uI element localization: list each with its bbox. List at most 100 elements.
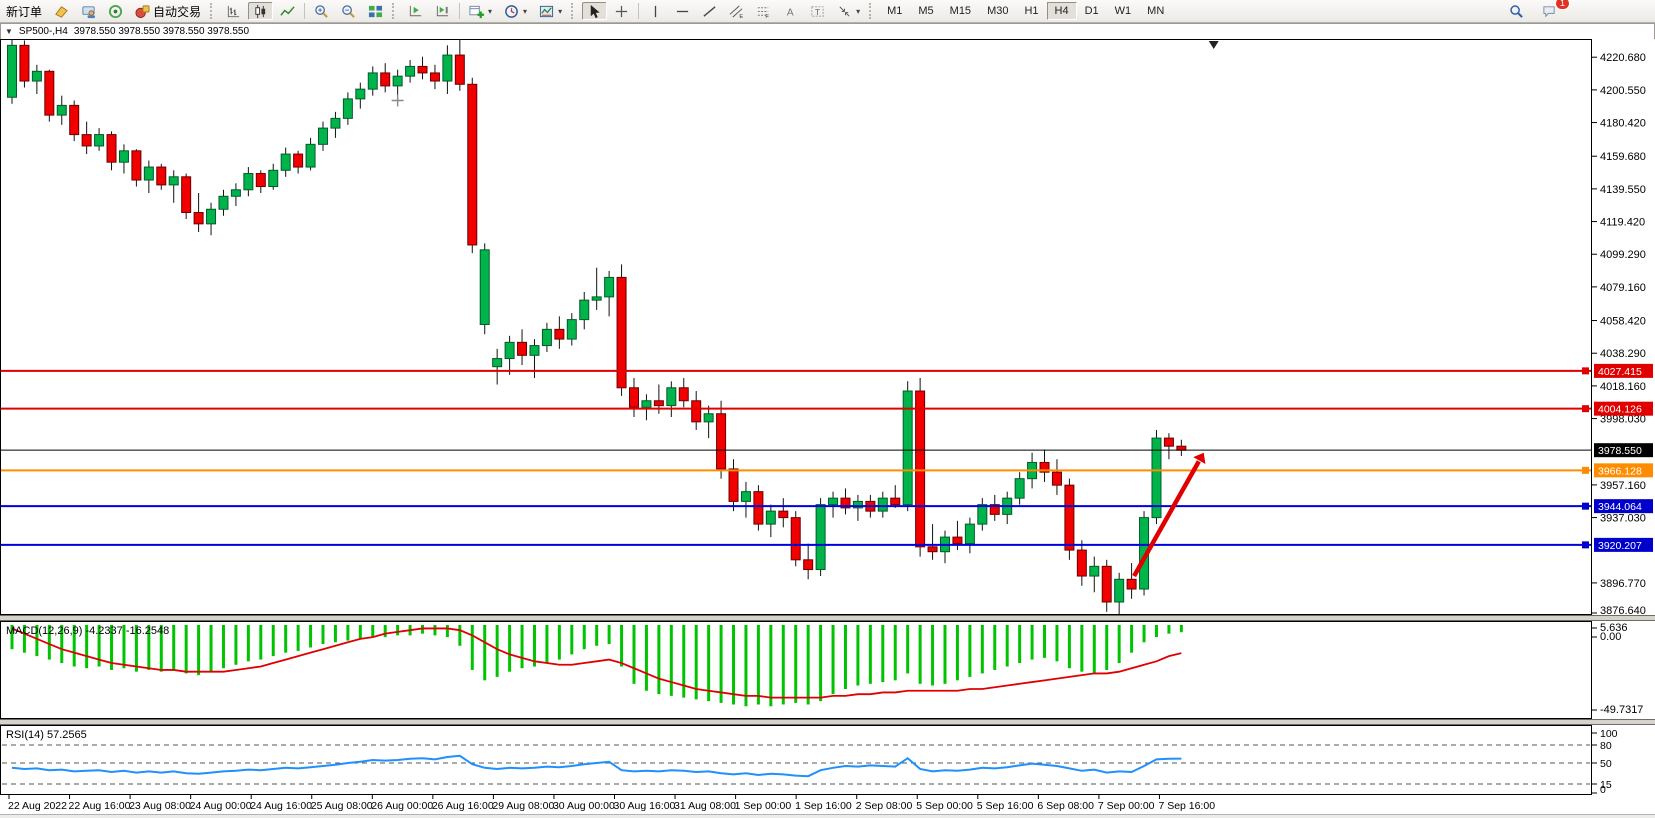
period-button[interactable]: ▾: [499, 2, 532, 20]
cursor-button[interactable]: [582, 2, 607, 20]
tf-w1-button[interactable]: W1: [1107, 2, 1140, 20]
fibonacci-button[interactable]: F: [751, 2, 776, 20]
strategy-tester-button[interactable]: [76, 2, 101, 20]
candle-body-down: [804, 560, 813, 570]
fibonacci-icon: F: [756, 4, 771, 19]
tf-m15-button[interactable]: M15: [942, 2, 979, 20]
candle-body-up: [480, 250, 489, 325]
rsi-label: RSI(14) 57.2565: [6, 729, 87, 741]
line-chart-button[interactable]: [275, 2, 300, 20]
candle: [468, 78, 477, 253]
template-button[interactable]: ▾: [534, 2, 567, 20]
tf-m1-button[interactable]: M1: [879, 2, 910, 20]
candle-body-down: [132, 151, 141, 180]
tf-h4-button[interactable]: H4: [1047, 2, 1077, 20]
market-watch-button[interactable]: [49, 2, 74, 20]
signals-icon: [108, 4, 123, 19]
x-axis-label: 24 Aug 00:00: [190, 800, 252, 812]
tile-windows-button[interactable]: [363, 2, 388, 20]
zoom-in-button[interactable]: [309, 2, 334, 20]
chart-menu-icon[interactable]: ▼: [5, 27, 13, 36]
toolbar-grip: [392, 3, 399, 19]
new-order-button[interactable]: 新订单: [1, 2, 47, 20]
candle-body-down: [729, 469, 738, 501]
x-axis-label: 7 Sep 00:00: [1098, 800, 1155, 812]
crosshair-button[interactable]: [609, 2, 634, 20]
zoom-out-icon: [341, 4, 356, 19]
chart-window-title-bar[interactable]: ▼ SP500-,H4 3978.550 3978.550 3978.550 3…: [0, 23, 1655, 39]
zoom-out-button[interactable]: [336, 2, 361, 20]
main-toolbar: 新订单 自动交易: [0, 0, 1655, 23]
candle-body-down: [953, 537, 962, 543]
tf-mn-button[interactable]: MN: [1139, 2, 1172, 20]
price-chart-svg[interactable]: 4220.6804200.5504180.4204159.6804139.550…: [0, 39, 1655, 615]
candle-body-down: [70, 105, 79, 134]
rsi-axis-label: 100: [1600, 728, 1618, 740]
line-chart-icon: [280, 4, 295, 19]
svg-text:T: T: [815, 6, 820, 16]
x-axis-label: 1 Sep 16:00: [795, 800, 852, 812]
tf-m30-button[interactable]: M30: [979, 2, 1016, 20]
candle-body-up: [1090, 566, 1099, 576]
template-icon: [539, 4, 554, 19]
x-axis-label: 2 Sep 08:00: [856, 800, 913, 812]
new-chart-button[interactable]: ▾: [464, 2, 497, 20]
channel-button[interactable]: E: [724, 2, 749, 20]
arrows-button[interactable]: ▾: [832, 2, 865, 20]
text-icon: A: [783, 4, 798, 19]
candlestick-chart-button[interactable]: [248, 2, 273, 20]
macd-svg[interactable]: MACD(12,26,9) -4.2337 -16.25485.6360.00-…: [0, 621, 1655, 719]
candle-body-up: [542, 329, 551, 345]
auto-scroll-button[interactable]: [403, 2, 428, 20]
bar-chart-button[interactable]: [221, 2, 246, 20]
macd-pane[interactable]: MACD(12,26,9) -4.2337 -16.25485.6360.00-…: [0, 621, 1655, 719]
candle-body-up: [356, 89, 365, 99]
trendline-button[interactable]: [697, 2, 722, 20]
candle: [903, 381, 912, 511]
y-axis-label: 4119.420: [1600, 217, 1645, 229]
candle-body-down: [630, 388, 639, 407]
crosshair-icon: [614, 4, 629, 19]
candle-body-down: [692, 401, 701, 422]
candle: [916, 378, 925, 557]
candle-body-up: [368, 73, 377, 89]
candle-body-down: [1177, 446, 1186, 450]
price-tag-label: 3966.128: [1598, 465, 1642, 477]
signals-button[interactable]: [103, 2, 128, 20]
chart-shift-button[interactable]: [430, 2, 455, 20]
tile-windows-icon: [368, 4, 383, 19]
x-axis-label: 23 Aug 08:00: [129, 800, 191, 812]
candle: [182, 174, 191, 219]
candle-body-up: [505, 342, 514, 358]
candle-body-down: [928, 547, 937, 552]
time-axis[interactable]: 22 Aug 202222 Aug 16:0023 Aug 08:0024 Au…: [0, 795, 1655, 814]
horizontal-line-button[interactable]: [670, 2, 695, 20]
vertical-line-button[interactable]: [643, 2, 668, 20]
text-button[interactable]: A: [778, 2, 803, 20]
tf-h1-button[interactable]: H1: [1016, 2, 1046, 20]
x-axis-label: 24 Aug 16:00: [250, 800, 312, 812]
candle-body-down: [891, 498, 900, 504]
toolbar-separator: [638, 3, 639, 19]
x-axis-label: 6 Sep 08:00: [1037, 800, 1094, 812]
candle: [8, 39, 17, 104]
notification-badge: 1: [1555, 0, 1570, 10]
autotrade-button[interactable]: 自动交易: [130, 2, 206, 20]
candle-body-up: [95, 135, 104, 146]
y-axis-label: 4079.160: [1600, 282, 1646, 294]
tf-m5-button[interactable]: M5: [910, 2, 941, 20]
text-label-button[interactable]: T: [805, 2, 830, 20]
candle-body-up: [144, 167, 153, 180]
candle-body-up: [592, 297, 601, 300]
chart-symbol-period: SP500-,H4: [19, 26, 68, 37]
search-button[interactable]: [1504, 2, 1529, 20]
candle: [480, 243, 489, 334]
y-axis-label: 3896.770: [1600, 578, 1646, 590]
x-axis-label: 30 Aug 00:00: [553, 800, 615, 812]
line-anchor: [1582, 367, 1589, 374]
price-chart-pane[interactable]: 4220.6804200.5504180.4204159.6804139.550…: [0, 39, 1655, 615]
rsi-svg[interactable]: RSI(14) 57.25651008050150: [0, 725, 1655, 795]
rsi-pane[interactable]: RSI(14) 57.25651008050150: [0, 725, 1655, 795]
candle-body-down: [256, 174, 265, 187]
tf-d1-button[interactable]: D1: [1077, 2, 1107, 20]
